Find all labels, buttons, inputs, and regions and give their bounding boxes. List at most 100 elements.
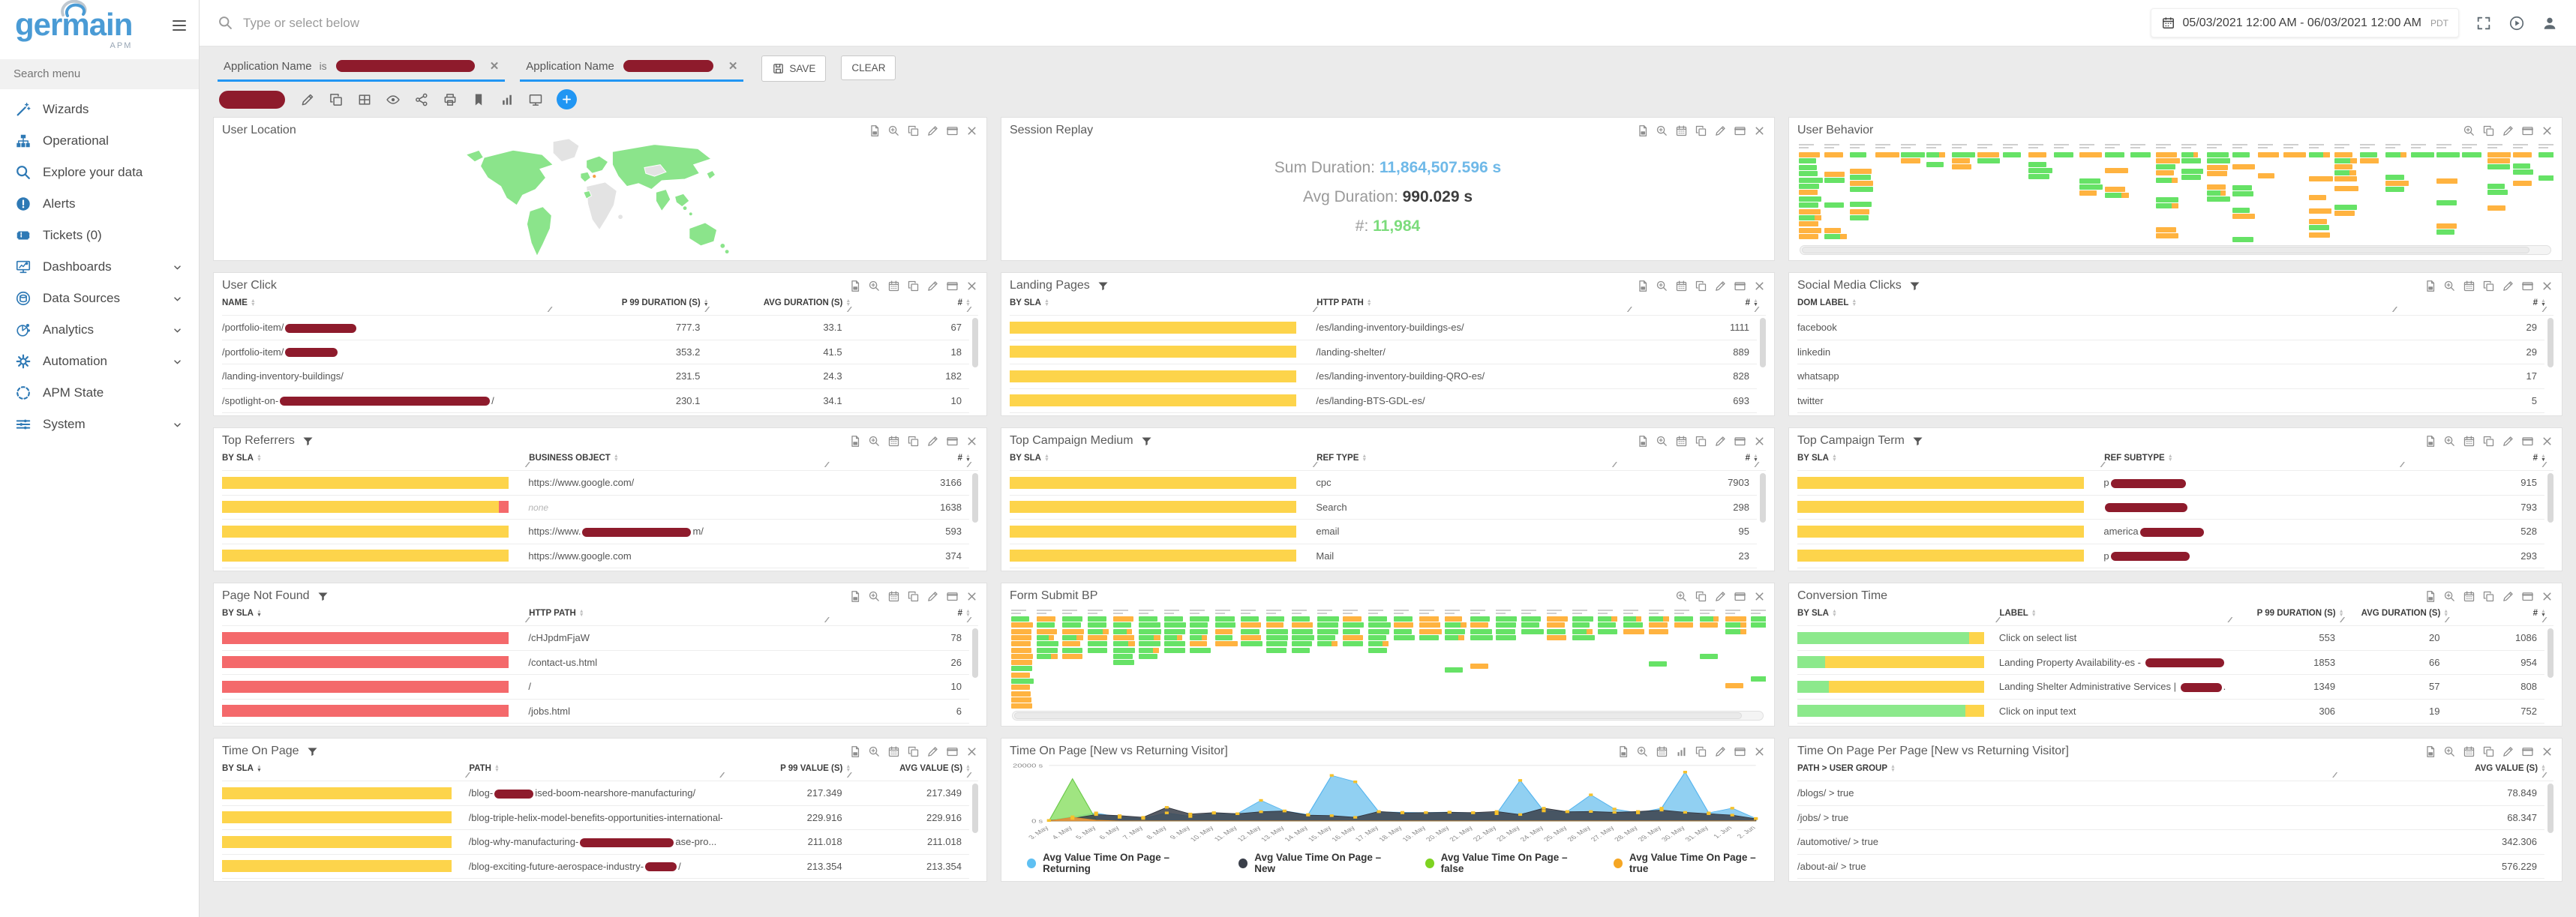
gantt-bar[interactable]	[1139, 641, 1160, 646]
gantt-bar[interactable]	[1164, 635, 1182, 640]
gantt-bar[interactable]	[2105, 187, 2125, 192]
gantt-bar[interactable]	[1572, 635, 1595, 640]
sidebar-item-tickets-0[interactable]: Tickets (0)	[0, 220, 199, 251]
gantt-bar[interactable]	[1445, 667, 1463, 673]
gantt-bar[interactable]	[2309, 219, 2327, 224]
gantt-bar[interactable]	[1190, 622, 1208, 628]
gantt-bar[interactable]	[2309, 195, 2326, 200]
zoom-icon[interactable]	[1656, 280, 1668, 292]
filter-icon[interactable]	[1140, 435, 1153, 448]
gantt-bar[interactable]	[1445, 616, 1462, 622]
gantt-bar[interactable]	[1241, 635, 1261, 640]
zoom-icon[interactable]	[868, 745, 881, 758]
close-icon[interactable]	[1753, 435, 1766, 448]
gantt-bar[interactable]	[2232, 237, 2253, 242]
calendar-icon[interactable]	[887, 280, 900, 292]
vertical-scrollbar[interactable]	[2547, 784, 2553, 833]
table-row[interactable]: twitter5	[1797, 389, 2544, 414]
edit-icon[interactable]	[2502, 280, 2514, 292]
csv-icon[interactable]	[2424, 745, 2436, 758]
gantt-bar[interactable]	[1317, 622, 1338, 628]
edit-icon[interactable]	[1714, 435, 1727, 448]
copy-icon[interactable]	[907, 590, 920, 603]
table-row[interactable]: 793	[1797, 496, 2544, 520]
gantt-bar[interactable]	[1266, 629, 1288, 634]
table-row[interactable]: /jobs/ > true68.347	[1797, 806, 2544, 831]
gantt-bar[interactable]	[1799, 184, 1819, 189]
gantt-bar[interactable]	[2309, 208, 2331, 214]
gantt-bar[interactable]	[2028, 168, 2052, 173]
table-row[interactable]: Mail23	[1010, 544, 1757, 569]
edit-icon[interactable]	[1714, 280, 1727, 292]
table-row[interactable]: /es/landing-inventory-building-QRO-es/82…	[1010, 364, 1757, 389]
csv-icon[interactable]	[2424, 435, 2436, 448]
table-row[interactable]: /10	[222, 675, 969, 700]
gantt-bar[interactable]	[1901, 158, 1920, 163]
gantt-bar[interactable]	[1725, 622, 1746, 628]
gantt-bar[interactable]	[1799, 165, 1817, 170]
edit-icon[interactable]	[2502, 124, 2514, 137]
gantt-bar[interactable]	[2334, 205, 2357, 210]
gantt-bar[interactable]	[1394, 616, 1413, 622]
gantt-bar[interactable]	[2232, 191, 2253, 196]
gantt-bar[interactable]	[1598, 616, 1617, 622]
vertical-scrollbar[interactable]	[2547, 318, 2553, 367]
edit-icon[interactable]	[2502, 435, 2514, 448]
table-row[interactable]: /blog-ised-boom-nearshore-manufacturing/…	[222, 781, 969, 806]
gantt-bar[interactable]	[1011, 648, 1031, 653]
gantt-bar[interactable]	[2334, 176, 2357, 181]
filter-icon[interactable]	[306, 745, 319, 758]
table-row[interactable]: Landing Shelter Administrative Services …	[1797, 675, 2544, 700]
gantt-bar[interactable]	[1824, 178, 1845, 183]
gantt-bar[interactable]	[2487, 184, 2505, 189]
gantt-bar[interactable]	[1394, 635, 1415, 640]
date-range-picker[interactable]: 05/03/2021 12:00 AM - 06/03/2021 12:00 A…	[2151, 8, 2459, 37]
signal-icon[interactable]	[500, 92, 515, 107]
gantt-bar[interactable]	[1547, 635, 1566, 640]
zoom-icon[interactable]	[2463, 124, 2475, 137]
sidebar-item-explore-your-data[interactable]: Explore your data	[0, 157, 199, 188]
table-row[interactable]: Click on select list553201086	[1797, 626, 2544, 651]
gantt-bar[interactable]	[1164, 648, 1185, 653]
print-icon[interactable]	[443, 92, 458, 107]
zoom-icon[interactable]	[1675, 590, 1688, 603]
gantt-bar[interactable]	[1139, 622, 1160, 628]
zoom-icon[interactable]	[2443, 280, 2456, 292]
close-icon[interactable]	[1753, 124, 1766, 137]
table-row[interactable]: Click on input text30619752	[1797, 700, 2544, 724]
gantt-bar[interactable]	[1470, 629, 1492, 634]
legend-item[interactable]: Avg Value Time On Page – Returning	[1027, 852, 1208, 874]
gantt-bar[interactable]	[2181, 158, 2201, 163]
gantt-bar[interactable]	[1037, 616, 1055, 622]
zoom-icon[interactable]	[868, 590, 881, 603]
gantt-bar[interactable]	[2232, 164, 2255, 169]
close-icon[interactable]	[965, 280, 978, 292]
gantt-bar[interactable]	[1011, 660, 1032, 665]
gantt-bar[interactable]	[1011, 697, 1031, 703]
gantt-bar[interactable]	[2436, 229, 2454, 235]
gantt-bar[interactable]	[2105, 168, 2128, 173]
gantt-bar[interactable]	[1751, 676, 1766, 682]
gantt-bar[interactable]	[2309, 225, 2329, 230]
table-row[interactable]: /automotive/ > true342.306	[1797, 830, 2544, 855]
calendar-icon[interactable]	[2463, 280, 2475, 292]
gantt-bar[interactable]	[1394, 622, 1413, 628]
table-row[interactable]: /blog-why-manufacturing-ase-pro...211.01…	[222, 830, 969, 855]
gantt-bar[interactable]	[1649, 661, 1667, 667]
column-header-name[interactable]: NAME▲▼∕∕	[222, 298, 551, 307]
column-header-dom-label[interactable]: DOM LABEL▲▼∕∕	[1797, 298, 2396, 307]
table-row[interactable]: https://www.m/593	[222, 520, 969, 544]
table-row[interactable]: whatsapp17	[1797, 364, 2544, 389]
gantt-bar[interactable]	[2130, 152, 2151, 157]
table-row[interactable]: p915	[1797, 471, 2544, 496]
gantt-bar[interactable]	[1164, 629, 1185, 634]
window-icon[interactable]	[946, 745, 959, 758]
gantt-bar[interactable]	[2156, 178, 2178, 183]
edit-icon[interactable]	[926, 590, 939, 603]
gantt-bar[interactable]	[1190, 635, 1207, 640]
csv-icon[interactable]	[1617, 745, 1629, 758]
gantt-bar[interactable]	[2003, 152, 2021, 157]
gantt-bar[interactable]	[2513, 169, 2533, 175]
table-row[interactable]: Landing Property Availability-es - 18536…	[1797, 651, 2544, 676]
gantt-bar[interactable]	[1088, 629, 1109, 634]
